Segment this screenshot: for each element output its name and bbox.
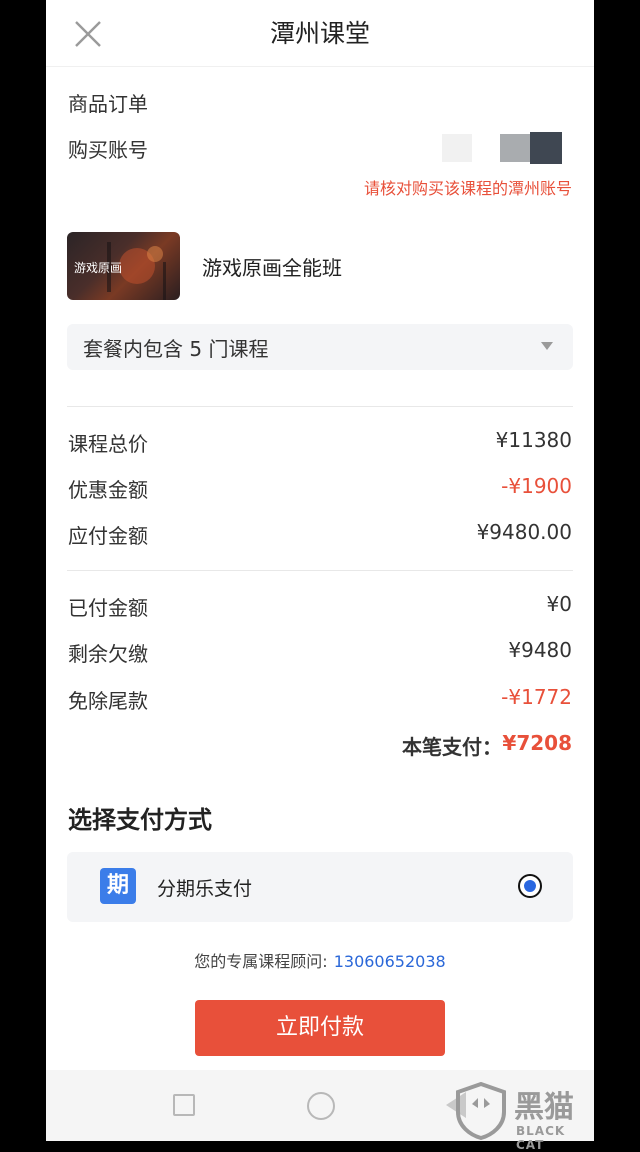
- cat-shield-icon: [456, 1082, 506, 1140]
- remaining-value: ¥9480: [508, 638, 572, 662]
- package-text: 套餐内包含 5 门课程: [83, 337, 269, 361]
- radio-dot: [524, 880, 536, 892]
- advisor-line: 您的专属课程顾问: 13060652038: [46, 948, 594, 972]
- blackcat-watermark: 黑猫 BLACK CAT: [452, 1082, 592, 1152]
- course-thumbnail-label: 游戏原画: [74, 261, 123, 275]
- account-warning-text: 请核对购买该课程的潭州账号: [363, 179, 572, 198]
- payable-value: ¥9480.00: [476, 520, 572, 544]
- close-icon: [75, 21, 101, 47]
- watermark-en: BLACK CAT: [516, 1124, 566, 1152]
- caret-down-icon: [541, 342, 553, 350]
- divider: [67, 570, 573, 571]
- product-order-label: 商品订单: [68, 92, 148, 116]
- waived-value: -¥1772: [501, 685, 572, 709]
- advisor-phone-link[interactable]: 13060652038: [334, 952, 446, 971]
- remaining-label: 剩余欠缴: [68, 642, 148, 666]
- account-value-blurred: [442, 132, 562, 164]
- recents-icon[interactable]: [173, 1094, 195, 1116]
- total-price-label: 课程总价: [68, 432, 148, 456]
- discount-label: 优惠金额: [68, 478, 148, 502]
- paid-value: ¥0: [546, 592, 572, 616]
- page-title: 潭州课堂: [269, 19, 370, 48]
- payment-method-fenqile[interactable]: 期 分期乐支付: [67, 852, 573, 922]
- payment-method-label: 分期乐支付: [157, 878, 253, 900]
- close-button[interactable]: [70, 16, 106, 52]
- this-payment-label: 本笔支付：: [402, 735, 502, 759]
- package-dropdown[interactable]: 套餐内包含 5 门课程: [67, 324, 573, 370]
- home-icon[interactable]: [307, 1092, 335, 1120]
- app-screen: 潭州课堂 商品订单 购买账号 请核对购买该课程的潭州账号 游戏原画 游戏原画全能…: [46, 0, 594, 1141]
- fenqile-icon: 期: [100, 868, 136, 904]
- total-price-value: ¥11380: [495, 428, 572, 452]
- pay-now-button[interactable]: 立即付款: [195, 1000, 445, 1056]
- course-thumbnail: 游戏原画: [67, 232, 180, 300]
- watermark-cn: 黑猫: [514, 1090, 574, 1125]
- payment-method-title: 选择支付方式: [68, 806, 212, 834]
- advisor-label: 您的专属课程顾问:: [194, 952, 328, 971]
- waived-label: 免除尾款: [68, 689, 148, 713]
- discount-value: -¥1900: [501, 474, 572, 498]
- paid-label: 已付金额: [68, 596, 148, 620]
- account-label: 购买账号: [68, 138, 148, 162]
- this-payment-value: ¥7208: [502, 731, 572, 755]
- divider: [67, 406, 573, 407]
- header: 潭州课堂: [46, 0, 594, 67]
- payable-label: 应付金额: [68, 524, 148, 548]
- radio-selected[interactable]: [518, 874, 542, 898]
- course-name: 游戏原画全能班: [202, 256, 342, 280]
